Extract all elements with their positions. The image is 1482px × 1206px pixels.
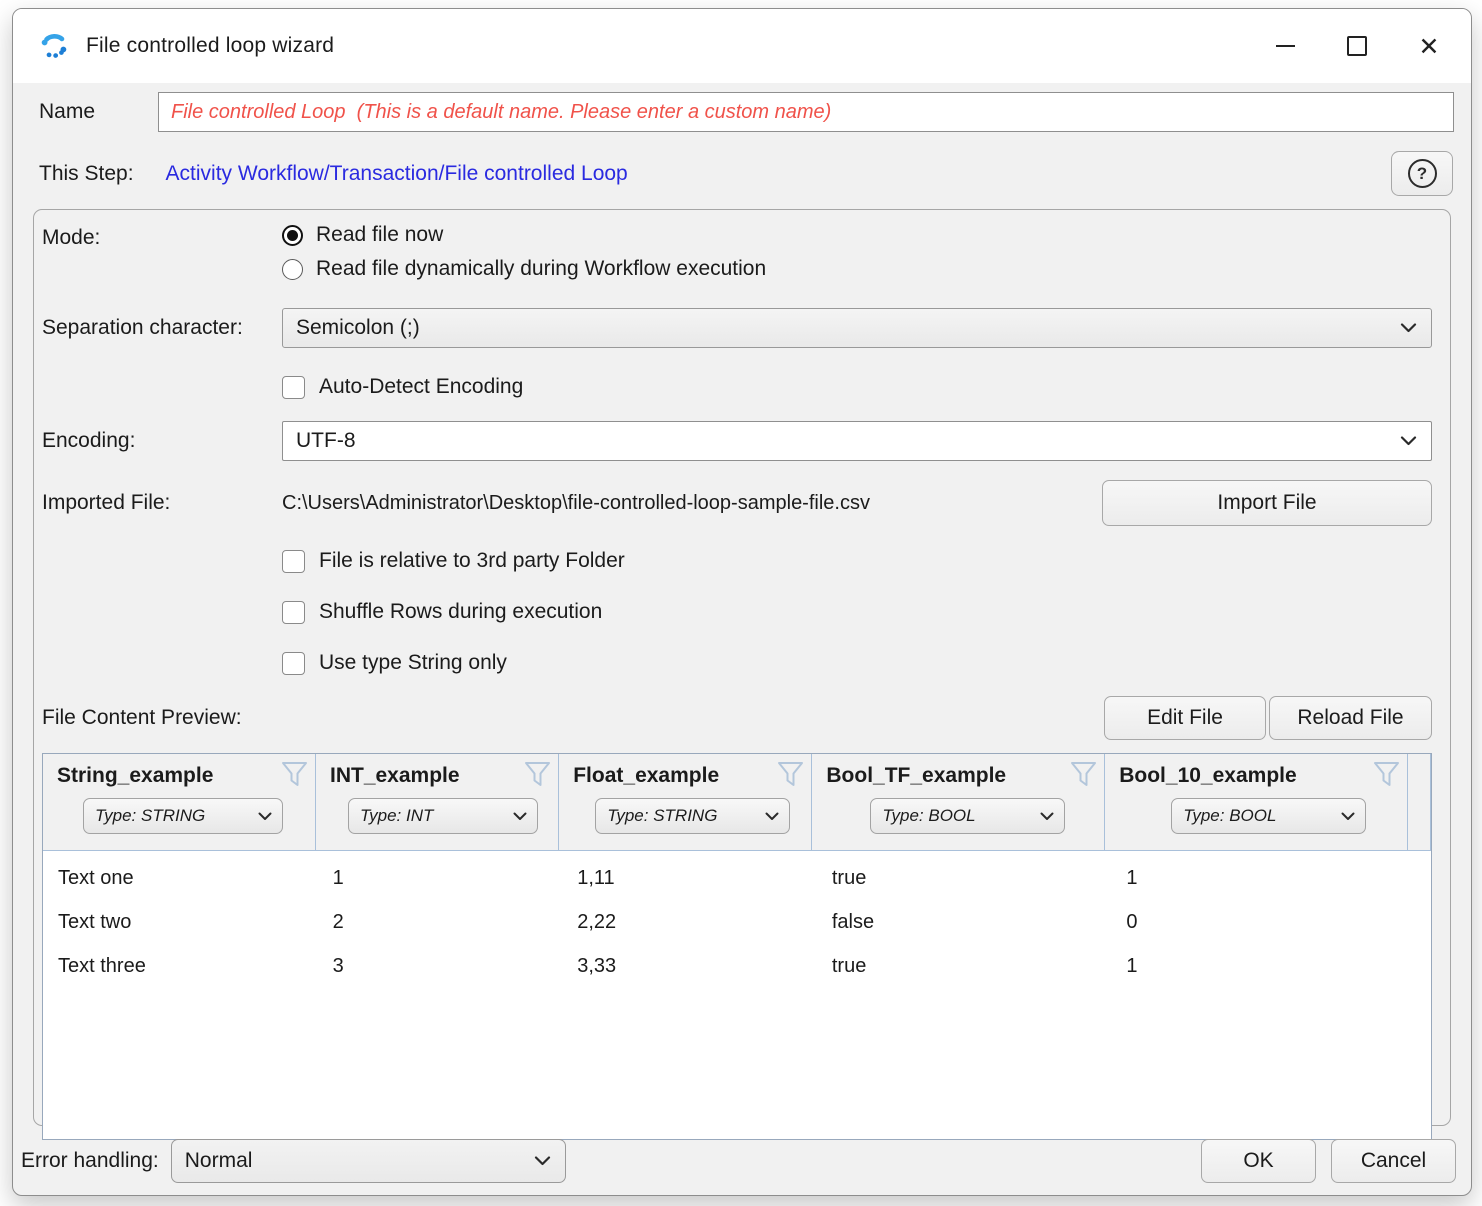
filter-icon[interactable] (280, 761, 309, 788)
this-step-row: This Step: Activity Workflow/Transaction… (39, 151, 1454, 197)
chevron-down-icon (1400, 323, 1417, 333)
column-type-select[interactable]: Type: INT (348, 798, 538, 834)
footer: Error handling: Normal OK Cancel (21, 1139, 1456, 1183)
this-step-link[interactable]: Activity Workflow/Transaction/File contr… (166, 162, 628, 186)
close-button[interactable]: ✕ (1393, 17, 1465, 75)
chevron-down-icon (1341, 812, 1355, 821)
window-title: File controlled loop wizard (86, 34, 334, 58)
reload-file-button[interactable]: Reload File (1269, 696, 1432, 740)
window-controls: ✕ (1249, 17, 1465, 75)
options-checkbox-group: File is relative to 3rd party Folder Shu… (42, 549, 1432, 702)
checkbox-icon (282, 550, 305, 573)
filter-icon[interactable] (523, 761, 552, 788)
column-header-empty (1408, 754, 1431, 850)
table-header: String_example Type: STRING INT_example … (43, 754, 1431, 851)
checkbox-icon (282, 652, 305, 675)
radio-read-file-dynamically[interactable]: Read file dynamically during Workflow ex… (282, 257, 1432, 281)
radio-unselected-icon (282, 259, 303, 280)
imported-file-row: Imported File: C:\Users\Administrator\De… (42, 478, 1432, 528)
separation-character-select[interactable]: Semicolon (;) (282, 308, 1432, 348)
ok-button[interactable]: OK (1201, 1139, 1316, 1183)
chevron-down-icon (1040, 812, 1054, 821)
checkbox-icon (282, 601, 305, 624)
mode-label: Mode: (42, 223, 282, 250)
auto-detect-row: Auto-Detect Encoding (42, 375, 1432, 399)
close-icon: ✕ (1419, 34, 1440, 59)
separation-character-label: Separation character: (42, 316, 282, 340)
name-input[interactable] (158, 92, 1454, 132)
table-row[interactable]: Text three 3 3,33 true 1 (43, 944, 1431, 988)
column-header-string-example: String_example Type: STRING (43, 754, 316, 850)
filter-icon[interactable] (1069, 761, 1098, 788)
file-controlled-loop-wizard-dialog: File controlled loop wizard ✕ Name This … (12, 8, 1472, 1196)
file-relative-checkbox[interactable]: File is relative to 3rd party Folder (282, 549, 1432, 573)
titlebar: File controlled loop wizard ✕ (13, 9, 1471, 83)
column-type-select[interactable]: Type: BOOL (870, 798, 1065, 834)
maximize-icon (1347, 36, 1367, 56)
mode-row: Mode: Read file now Read file dynamicall… (42, 223, 1432, 291)
settings-groupbox: Mode: Read file now Read file dynamicall… (33, 209, 1451, 1126)
minimize-button[interactable] (1249, 17, 1321, 75)
use-string-only-checkbox[interactable]: Use type String only (282, 651, 1432, 675)
column-header-float-example: Float_example Type: STRING (559, 754, 812, 850)
radio-selected-icon (282, 225, 303, 246)
file-content-preview-table: String_example Type: STRING INT_example … (42, 753, 1432, 1140)
encoding-select[interactable]: UTF-8 (282, 421, 1432, 461)
file-content-preview-label: File Content Preview: (42, 706, 242, 730)
column-header-int-example: INT_example Type: INT (316, 754, 559, 850)
chevron-down-icon (513, 812, 527, 821)
help-button[interactable]: ? (1391, 151, 1453, 196)
encoding-label: Encoding: (42, 429, 282, 453)
maximize-button[interactable] (1321, 17, 1393, 75)
encoding-row: Encoding: UTF-8 (42, 421, 1432, 461)
separation-character-row: Separation character: Semicolon (;) (42, 308, 1432, 348)
table-row[interactable]: Text two 2 2,22 false 0 (43, 900, 1431, 944)
chevron-down-icon (258, 812, 272, 821)
shuffle-rows-checkbox[interactable]: Shuffle Rows during execution (282, 600, 1432, 624)
table-row[interactable]: Text one 1 1,11 true 1 (43, 856, 1431, 900)
help-icon: ? (1408, 159, 1437, 188)
chevron-down-icon (534, 1156, 551, 1166)
column-type-select[interactable]: Type: STRING (595, 798, 790, 834)
filter-icon[interactable] (776, 761, 805, 788)
table-body: Text one 1 1,11 true 1 Text two 2 2,22 f… (43, 851, 1431, 1139)
column-header-bool-tf-example: Bool_TF_example Type: BOOL (812, 754, 1105, 850)
checkbox-icon (282, 376, 305, 399)
column-header-bool-10-example: Bool_10_example Type: BOOL (1105, 754, 1408, 850)
imported-file-path: C:\Users\Administrator\Desktop\file-cont… (282, 492, 870, 515)
minimize-icon (1276, 45, 1295, 47)
edit-file-button[interactable]: Edit File (1104, 696, 1266, 740)
chevron-down-icon (1400, 436, 1417, 446)
column-type-select[interactable]: Type: STRING (83, 798, 283, 834)
import-file-button[interactable]: Import File (1102, 480, 1432, 526)
app-loop-icon (39, 31, 69, 61)
chevron-down-icon (765, 812, 779, 821)
cancel-button[interactable]: Cancel (1331, 1139, 1456, 1183)
error-handling-select[interactable]: Normal (171, 1139, 566, 1183)
auto-detect-encoding-checkbox[interactable]: Auto-Detect Encoding (282, 375, 1432, 399)
imported-file-label: Imported File: (42, 491, 282, 515)
filter-icon[interactable] (1372, 761, 1401, 788)
file-content-preview-row: File Content Preview: Edit File Reload F… (42, 696, 1432, 740)
radio-read-file-now[interactable]: Read file now (282, 223, 1432, 247)
name-label: Name (39, 100, 158, 124)
this-step-label: This Step: (39, 162, 134, 186)
column-type-select[interactable]: Type: BOOL (1171, 798, 1366, 834)
name-row: Name (39, 92, 1454, 132)
error-handling-label: Error handling: (21, 1149, 159, 1173)
